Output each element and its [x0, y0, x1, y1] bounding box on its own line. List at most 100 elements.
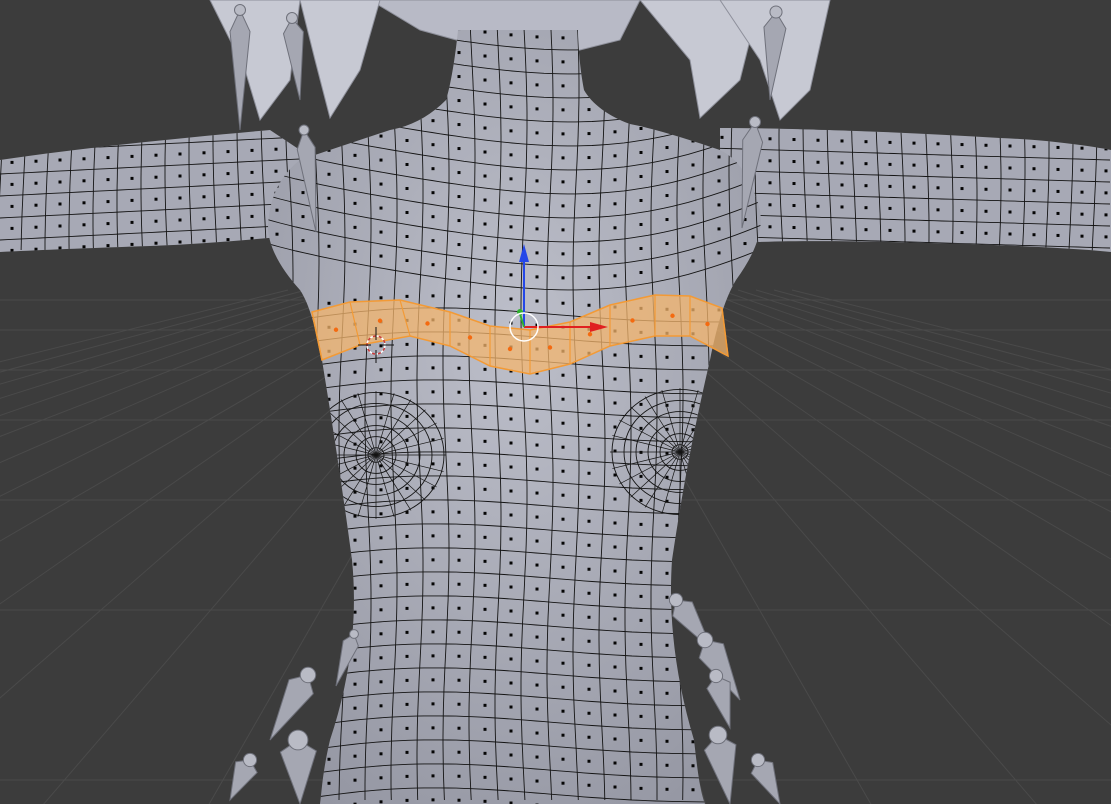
bone-joint[interactable] [708, 668, 724, 684]
face-dot [457, 438, 461, 442]
right-arm-mesh [720, 128, 1111, 259]
face-dot [457, 366, 461, 370]
face-dot [457, 534, 461, 538]
face-dot [509, 585, 513, 589]
bone[interactable] [269, 674, 314, 741]
bone-joint[interactable] [708, 725, 728, 745]
face-dot [535, 611, 539, 615]
face-dot [509, 177, 513, 181]
bone-joint[interactable] [750, 752, 766, 768]
bone-joint[interactable] [298, 124, 310, 136]
bone-joint[interactable] [242, 752, 258, 768]
bone-joint[interactable] [696, 631, 714, 649]
face-dot [58, 136, 62, 140]
face-dot [457, 267, 461, 271]
face-dot [431, 414, 435, 418]
face-dot [665, 98, 669, 102]
face-dot [613, 593, 617, 597]
face-dot [1032, 211, 1036, 215]
face-dot [226, 172, 230, 176]
face-dot [613, 521, 617, 525]
face-dot [353, 201, 357, 205]
face-dot [226, 130, 230, 132]
face-dot [888, 162, 892, 166]
face-dot [936, 164, 940, 168]
face-dot [379, 656, 383, 660]
face-dot [10, 182, 14, 186]
face-dot [1057, 256, 1060, 259]
bone[interactable] [703, 734, 737, 804]
face-dot [327, 421, 331, 425]
face-dot [912, 251, 916, 252]
face-dot [587, 447, 591, 451]
face-dot [1032, 233, 1036, 237]
selected-face-dot [705, 321, 710, 327]
face-dot [816, 138, 820, 142]
face-dot [936, 142, 940, 146]
face-dot [587, 180, 591, 184]
face-dot [58, 158, 62, 162]
face-dot [327, 781, 331, 785]
face-dot [792, 138, 796, 142]
face-dot [457, 219, 461, 223]
face-dot [405, 486, 409, 490]
bone-joint[interactable] [299, 666, 317, 684]
face-dot [405, 702, 409, 706]
face-dot [665, 74, 669, 78]
face-dot [535, 659, 539, 663]
bone-joint[interactable] [749, 116, 761, 128]
face-dot [691, 211, 695, 215]
face-dot [405, 114, 409, 118]
bone-joint[interactable] [349, 629, 359, 639]
3d-viewport[interactable] [0, 0, 1111, 804]
face-dot [457, 630, 461, 634]
face-dot [10, 160, 14, 164]
face-dot [912, 229, 916, 233]
face-dot [639, 546, 643, 550]
face-dot [613, 617, 617, 621]
face-dot [1009, 255, 1012, 258]
face-dot [816, 226, 820, 230]
face-dot [250, 170, 254, 174]
face-dot [691, 692, 695, 696]
bone-joint[interactable] [668, 592, 684, 608]
face-dot [936, 186, 940, 190]
face-dot [840, 161, 844, 165]
face-dot [130, 176, 134, 180]
face-dot [639, 474, 643, 478]
face-dot [587, 471, 591, 475]
face-dot [717, 155, 721, 159]
face-dot [613, 689, 617, 693]
face-dot [34, 181, 38, 185]
face-dot [202, 151, 206, 155]
face-dot [82, 135, 86, 139]
face-dot [639, 150, 643, 154]
face-dot [509, 249, 513, 253]
selected-face-dot [425, 321, 430, 326]
face-dot [691, 740, 695, 744]
face-dot [587, 495, 591, 499]
face-dot [984, 187, 988, 191]
face-dot [106, 156, 110, 160]
face-dot [691, 548, 695, 552]
face-dot [587, 60, 591, 64]
face-dot [106, 178, 110, 182]
face-dot [431, 750, 435, 754]
face-dot [405, 726, 409, 730]
face-dot [639, 78, 643, 82]
bone-joint[interactable] [286, 12, 298, 24]
face-dot [301, 377, 305, 381]
face-dot [353, 586, 357, 590]
face-dot [301, 593, 305, 597]
face-dot [561, 637, 565, 641]
bone[interactable] [706, 675, 731, 730]
face-dot [1080, 146, 1084, 150]
face-dot [379, 560, 383, 564]
face-dot [327, 733, 331, 737]
face-dot [535, 587, 539, 591]
bone-joint[interactable] [234, 4, 246, 16]
bone-joint[interactable] [769, 5, 783, 19]
bone-joint[interactable] [287, 729, 309, 751]
face-dot [301, 449, 305, 453]
face-dot [405, 390, 409, 394]
